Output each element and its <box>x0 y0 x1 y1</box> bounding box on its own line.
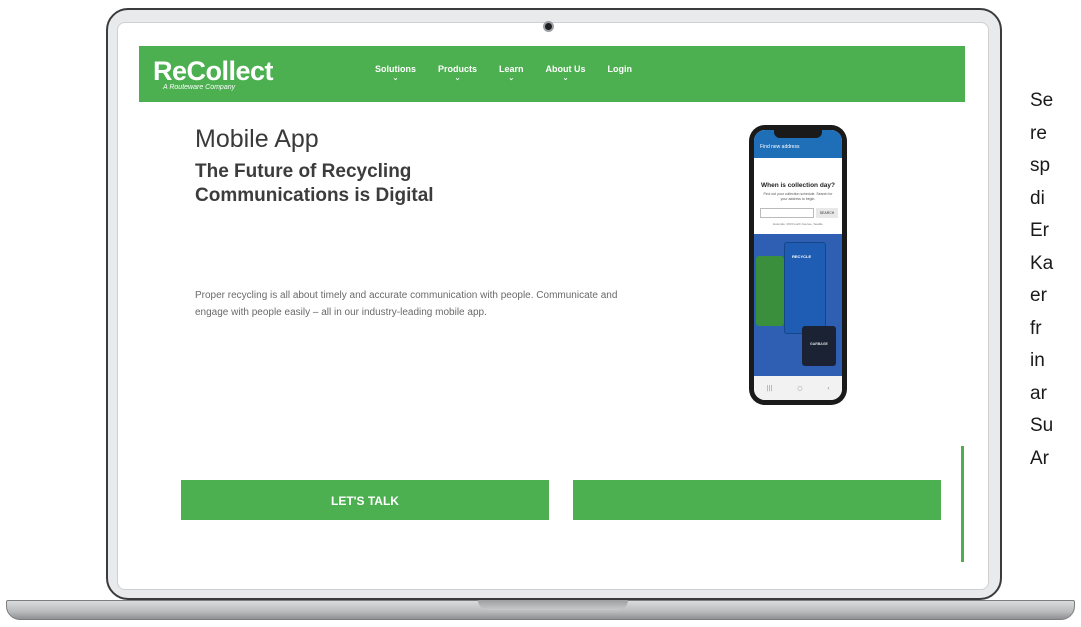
nav-item-login[interactable]: Login <box>608 64 633 83</box>
chevron-down-icon: ⌄ <box>562 75 569 82</box>
nav-item-learn[interactable]: Learn ⌄ <box>499 64 524 83</box>
address-example: Example: 400 Fourth Avenue, Seattle <box>773 222 823 226</box>
nav-item-label: Login <box>607 64 633 74</box>
side-text-line: re <box>1030 122 1047 144</box>
recent-apps-icon: ||| <box>766 384 773 392</box>
find-address-label: Find new address <box>760 144 800 150</box>
collection-question: When is collection day? <box>760 182 836 189</box>
recycle-bin-label: RECYCLE <box>792 254 812 259</box>
nav-item-about-us[interactable]: About Us ⌄ <box>546 64 586 83</box>
nav-item-label: About Us <box>545 64 586 74</box>
chevron-down-icon: ⌄ <box>508 75 515 82</box>
side-text-line: in <box>1030 350 1045 371</box>
hero-subtitle: The Future of Recycling Communications i… <box>195 161 434 206</box>
phone-app-header: Find new address <box>754 130 842 158</box>
scroll-edge-bar <box>961 446 964 562</box>
nav-item-label: Products <box>438 64 478 74</box>
side-text-line: di <box>1030 187 1045 209</box>
side-text-line: Su <box>1030 415 1054 436</box>
chevron-down-icon: ⌄ <box>454 75 461 82</box>
side-text-line: Ka <box>1030 252 1054 274</box>
laptop-screen: ReCollect A Routeware Company Solutions … <box>139 46 965 562</box>
laptop-notch <box>478 600 628 610</box>
nav-item-solutions[interactable]: Solutions ⌄ <box>375 64 416 83</box>
side-text-line: er <box>1030 285 1047 306</box>
side-text-line: ar <box>1030 382 1047 404</box>
home-icon: ○ <box>797 384 803 392</box>
side-text-line: Ar <box>1030 447 1049 469</box>
address-search-input <box>760 208 814 218</box>
phone-screen: Find new address When is collection day?… <box>754 130 842 400</box>
garbage-bin <box>802 326 836 366</box>
side-text-line: Er <box>1030 220 1049 241</box>
phone-mockup: Find new address When is collection day?… <box>749 125 847 405</box>
side-text-line: Se <box>1030 90 1054 111</box>
camera-icon <box>543 21 554 32</box>
lets-talk-button[interactable]: LET'S TALK <box>181 480 549 520</box>
nav-item-label: Solutions <box>375 64 416 74</box>
hero-description: Proper recycling is all about timely and… <box>195 290 618 318</box>
search-button: SEARCH <box>816 208 838 218</box>
nav-menu: Solutions ⌄ Products ⌄ Learn ⌄ About Us … <box>375 64 654 83</box>
secondary-cta-button[interactable] <box>573 480 941 520</box>
side-text-line: sp <box>1030 155 1051 176</box>
garbage-bin-label: GARBAGE <box>810 342 828 346</box>
recollect-logo[interactable]: ReCollect <box>153 58 274 85</box>
nav-item-products[interactable]: Products ⌄ <box>438 64 477 83</box>
collection-hint: Find out your collection schedule. Searc… <box>763 192 833 201</box>
side-text-column: Se re sp di Er Ka er fr in ar Su Ar <box>1030 85 1081 475</box>
phone-nav-bar: ||| ○ ‹ <box>754 376 842 400</box>
chevron-down-icon: ⌄ <box>392 75 399 82</box>
side-text-line: fr <box>1030 317 1042 339</box>
nav-item-label: Learn <box>499 64 524 74</box>
back-icon: ‹ <box>827 384 830 392</box>
phone-notch <box>774 130 822 138</box>
page-title: Mobile App <box>195 125 319 153</box>
green-bin <box>756 256 784 326</box>
logo-tagline: A Routeware Company <box>163 84 236 91</box>
site-navbar: ReCollect A Routeware Company Solutions … <box>139 46 965 102</box>
